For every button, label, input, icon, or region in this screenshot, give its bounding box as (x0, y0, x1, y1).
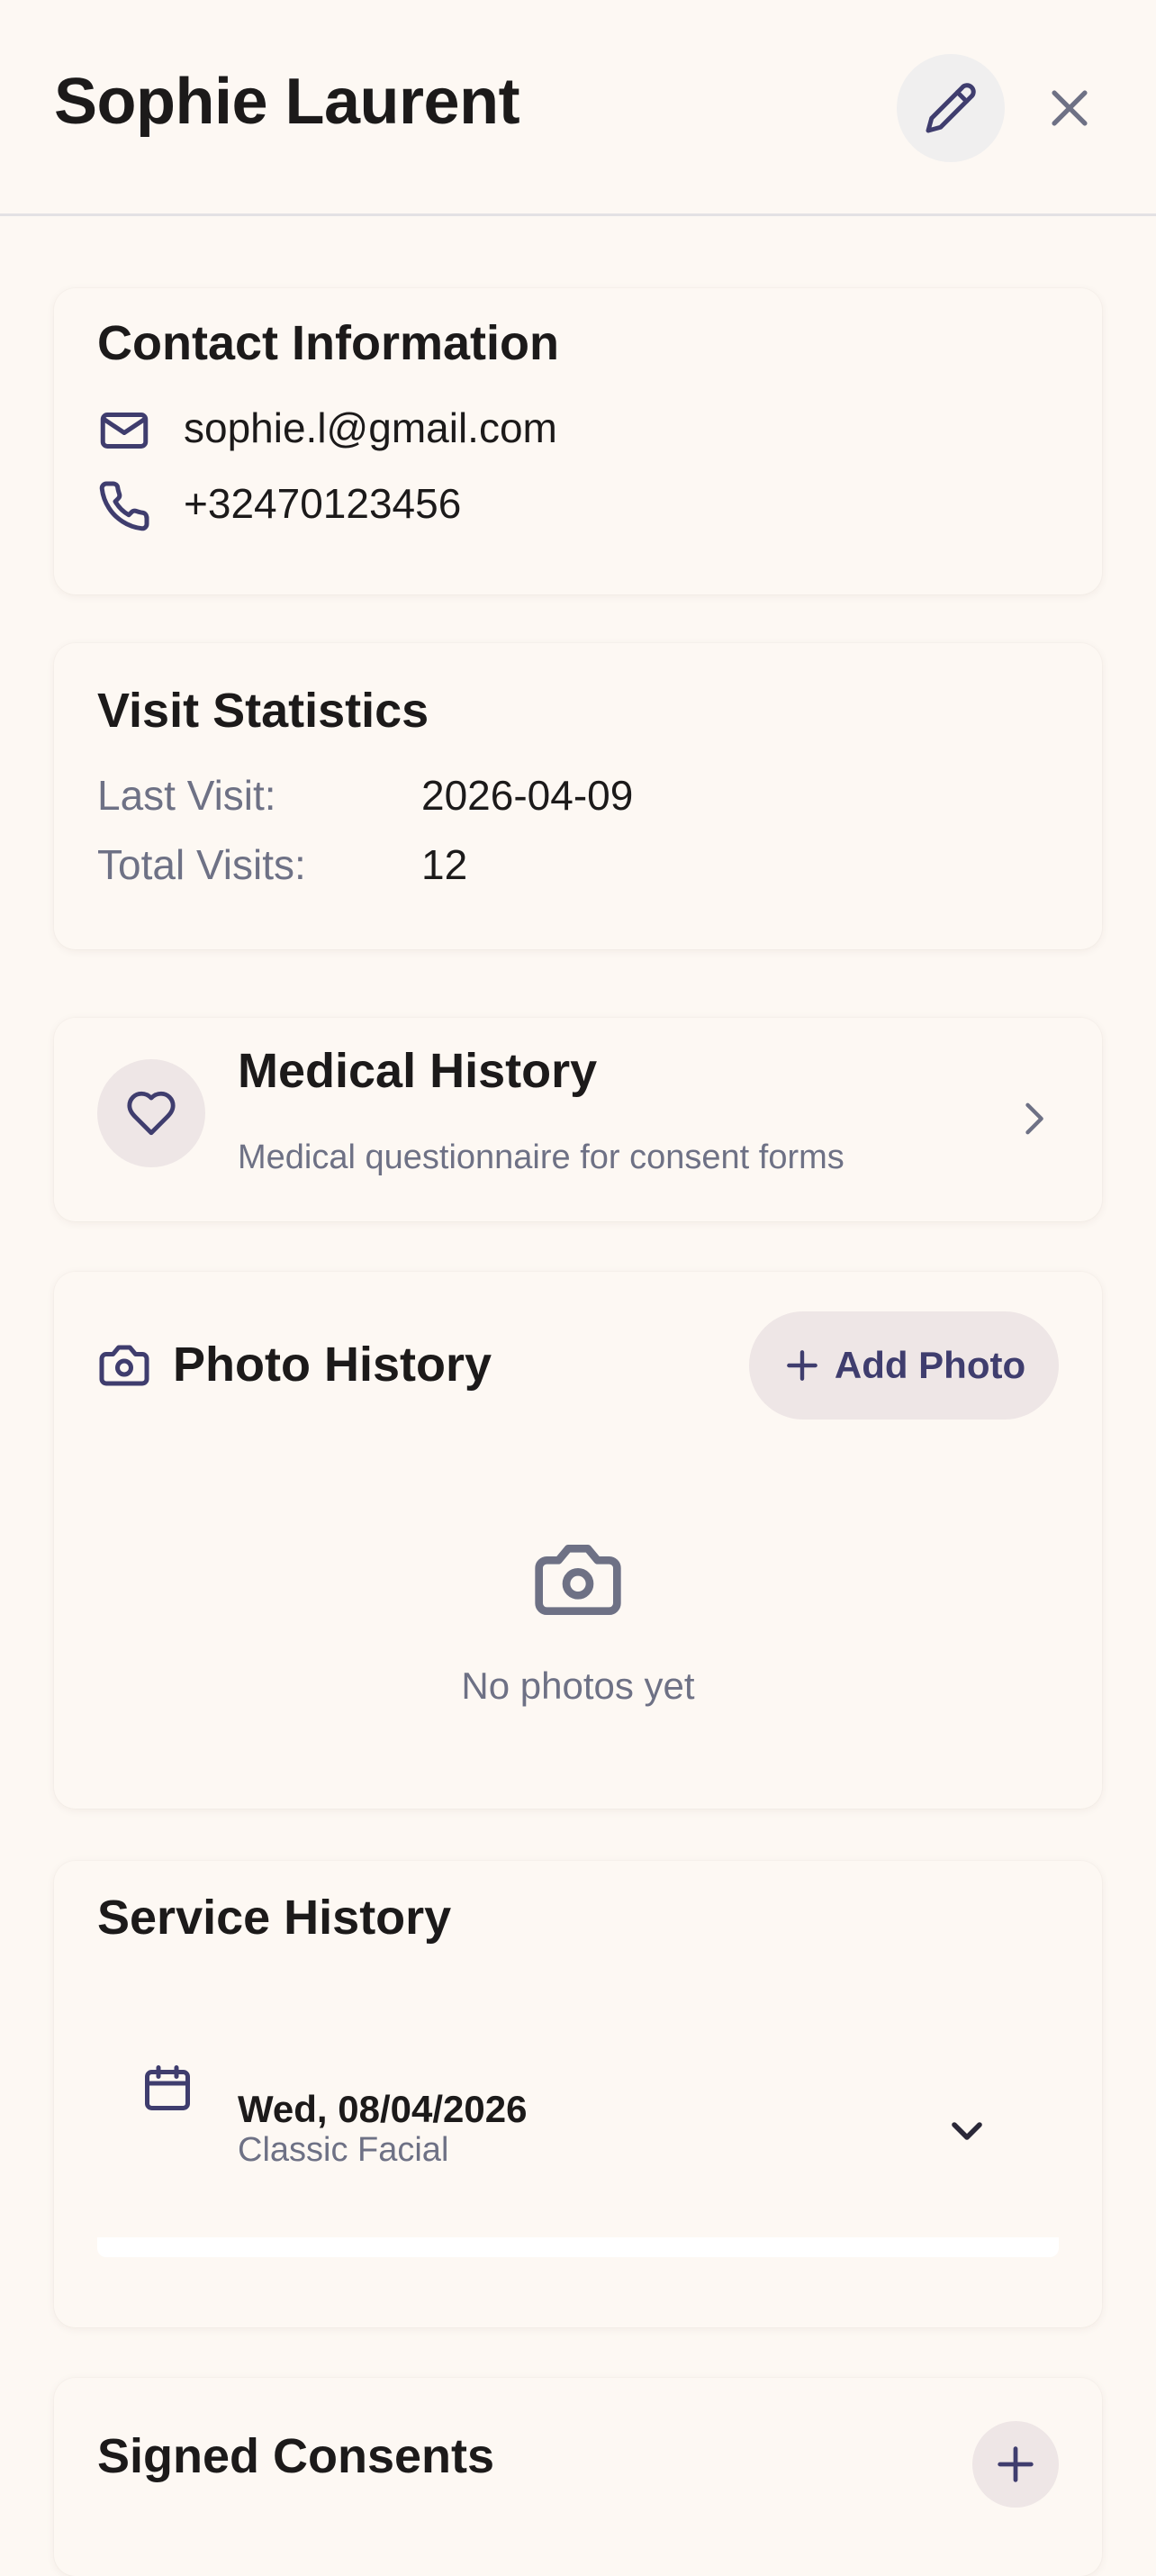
contact-title: Contact Information (97, 316, 559, 370)
plus-icon (998, 2446, 1034, 2482)
mail-icon (97, 404, 151, 458)
signed-consents-card: Signed Consents (54, 2378, 1102, 2576)
visit-statistics-card: Visit Statistics Last Visit: 2026-04-09 … (54, 643, 1102, 949)
add-consent-button[interactable] (972, 2421, 1059, 2508)
contact-card: Contact Information sophie.l@gmail.com +… (54, 288, 1102, 594)
camera-icon (97, 1338, 151, 1392)
email-link[interactable]: sophie.l@gmail.com (184, 404, 557, 452)
total-visits-label: Total Visits: (97, 841, 306, 888)
add-photo-label: Add Photo (834, 1344, 1026, 1386)
service-name: Classic Facial (238, 2131, 449, 2169)
last-visit-label: Last Visit: (97, 772, 276, 819)
page-title: Sophie Laurent (54, 66, 520, 138)
phone-link[interactable]: +32470123456 (184, 479, 461, 528)
profile-header: Sophie Laurent (0, 0, 1156, 216)
service-history-item[interactable]: Wed, 08/04/2026 Classic Facial (97, 2019, 1059, 2257)
pencil-icon (926, 83, 976, 133)
last-visit-value: 2026-04-09 (421, 772, 634, 819)
medical-history-card[interactable]: Medical History Medical questionnaire fo… (54, 1018, 1102, 1221)
medical-history-subtitle: Medical questionnaire for consent forms (238, 1138, 844, 1176)
signed-consents-title: Signed Consents (97, 2429, 495, 2483)
edit-button[interactable] (897, 54, 1005, 162)
medical-history-icon-badge (97, 1059, 205, 1167)
close-icon (1052, 90, 1088, 126)
heart-icon (127, 1091, 176, 1136)
service-history-title: Service History (97, 1891, 452, 1945)
empty-camera-icon (531, 1533, 625, 1627)
chevron-right-icon (1008, 1093, 1059, 1144)
chevron-down-icon[interactable] (938, 2102, 996, 2160)
calendar-icon (140, 2061, 194, 2115)
service-date: Wed, 08/04/2026 (238, 2088, 528, 2130)
medical-history-title: Medical History (238, 1044, 598, 1098)
photo-history-title: Photo History (173, 1338, 492, 1392)
phone-icon (97, 479, 151, 533)
photo-history-card: Photo History Add Photo No photos yet (54, 1272, 1102, 1809)
plus-icon (786, 1350, 817, 1381)
add-photo-button[interactable]: Add Photo (749, 1311, 1059, 1420)
service-history-card: Service History Wed, 08/04/2026 Classic … (54, 1861, 1102, 2327)
total-visits-value: 12 (421, 841, 468, 888)
close-button[interactable] (1016, 54, 1124, 162)
no-photos-text: No photos yet (461, 1664, 695, 1707)
visit-statistics-title: Visit Statistics (97, 684, 429, 738)
